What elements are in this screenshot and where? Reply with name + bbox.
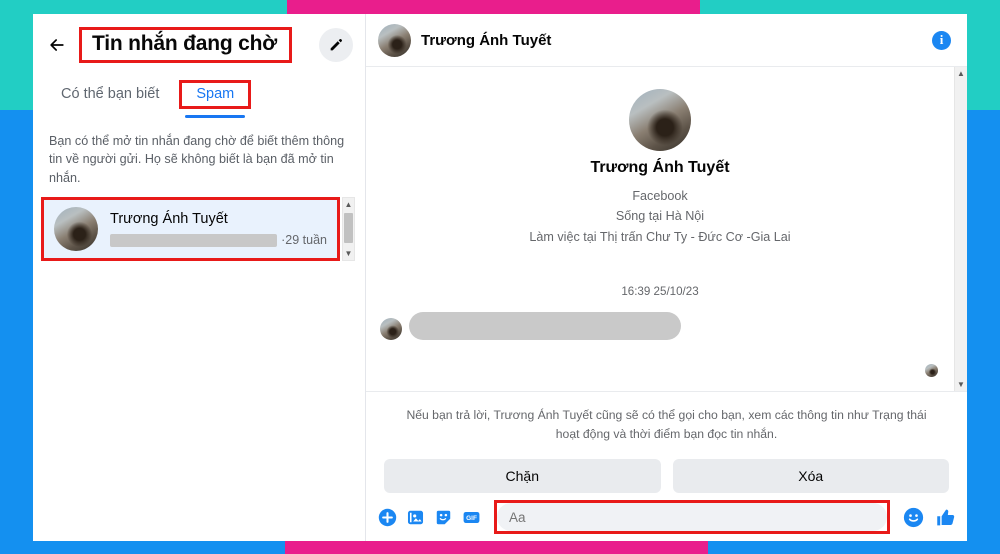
profile-detail-work: Làm việc tại Thị trấn Chư Ty - Đức Cơ -G… (529, 229, 791, 244)
list-item[interactable]: Trương Ánh Tuyết ·29 tuần (44, 199, 337, 258)
pencil-icon (330, 39, 342, 51)
profile-detail-source: Facebook (632, 189, 688, 203)
emoji-smiley-icon[interactable] (903, 507, 924, 528)
message-input[interactable] (509, 509, 875, 525)
conversation-text: Trương Ánh Tuyết ·29 tuần (110, 210, 327, 247)
redacted-message-bubble[interactable] (409, 312, 681, 341)
plus-circle-icon[interactable] (378, 508, 397, 527)
gif-icon[interactable]: GIF (462, 508, 481, 527)
delete-button[interactable]: Xóa (672, 459, 949, 493)
avatar (629, 89, 691, 151)
photo-icon[interactable] (406, 508, 425, 527)
reply-warning-notice: Nếu bạn trả lời, Trương Ánh Tuyết cũng s… (406, 408, 927, 441)
sidebar-header: Tin nhắn đang chờ (33, 14, 365, 76)
conversation-subline: ·29 tuần (110, 233, 327, 247)
background-strip-top-left-teal (0, 0, 287, 14)
background-strip-right-blue (967, 110, 1000, 541)
message-input-highlight (494, 500, 890, 534)
redacted-preview (110, 233, 278, 247)
avatar (54, 206, 98, 251)
back-button[interactable] (43, 31, 71, 59)
info-icon[interactable]: i (932, 30, 951, 50)
tab-suggested[interactable]: Có thể bạn biết (51, 80, 169, 106)
conversation-highlight: Trương Ánh Tuyết ·29 tuần (41, 196, 340, 261)
svg-text:GIF: GIF (466, 515, 477, 522)
seen-avatar (925, 364, 938, 378)
conversation-header: Trương Ánh Tuyết i (366, 14, 967, 67)
background-strip-left-blue (0, 110, 33, 541)
sidebar-scrollbar[interactable]: ▲ ▼ (342, 196, 355, 261)
caret-up-icon[interactable]: ▲ (955, 67, 968, 80)
page-title-highlight: Tin nhắn đang chờ (79, 27, 292, 63)
request-actions: Chặn Xóa (366, 443, 967, 493)
page-title: Tin nhắn đang chờ (92, 32, 277, 55)
tab-spam-wrapper: Spam (179, 80, 252, 118)
profile-detail-location: Sống tại Hà Nội (615, 209, 705, 224)
avatar[interactable] (378, 23, 411, 57)
thumbs-up-icon[interactable] (935, 507, 957, 528)
background-strip-top-pink (287, 0, 700, 14)
thread-body: Trương Ánh Tuyết Facebook Sống tại Hà Nộ… (366, 67, 954, 391)
message-input-wrapper[interactable] (497, 503, 887, 531)
sticker-icon[interactable] (434, 508, 453, 527)
background-strip-bottom-pink (285, 541, 708, 554)
background-strip-right-teal (967, 14, 1000, 110)
conversation-list-row: Trương Ánh Tuyết ·29 tuần ▲ ▼ (33, 196, 365, 261)
conversation-panel: Trương Ánh Tuyết i Trương Ánh Tuyết Face… (366, 14, 967, 541)
background-strip-top-right-teal (700, 0, 1000, 14)
avatar (380, 318, 402, 341)
compose-button[interactable] (319, 28, 353, 62)
profile-card: Trương Ánh Tuyết Facebook Sống tại Hà Nộ… (366, 89, 954, 247)
message-composer: GIF (366, 493, 967, 541)
arrow-left-icon (50, 39, 64, 51)
profile-name: Trương Ánh Tuyết (590, 159, 730, 176)
conversation-timestamp: ·29 tuần (281, 233, 327, 248)
message-thread: Trương Ánh Tuyết Facebook Sống tại Hà Nộ… (366, 67, 968, 393)
request-tabs: Có thể bạn biết Spam (33, 76, 365, 128)
seen-indicator-row (366, 350, 954, 378)
message-requests-sidebar: Tin nhắn đang chờ Có thể bạn biết Spam B… (33, 14, 366, 541)
tab-spam-highlight: Spam (179, 80, 252, 109)
caret-down-icon[interactable]: ▼ (955, 378, 968, 391)
thread-scrollbar[interactable]: ▲ ▼ (954, 67, 968, 392)
requests-info-note: Bạn có thể mở tin nhắn đang chờ để biết … (49, 134, 345, 185)
block-button[interactable]: Chặn (384, 459, 661, 493)
background-strip-bottom-right-blue (708, 541, 1000, 554)
message-timestamp: 16:39 25/10/23 (621, 285, 699, 299)
background-strip-left-teal (0, 14, 33, 110)
caret-up-icon[interactable]: ▲ (342, 198, 355, 211)
tab-spam[interactable]: Spam (196, 86, 234, 102)
tab-active-indicator (185, 115, 246, 118)
conversation-name: Trương Ánh Tuyết (110, 211, 228, 228)
caret-down-icon[interactable]: ▼ (342, 247, 355, 260)
messenger-window: Tin nhắn đang chờ Có thể bạn biết Spam B… (33, 14, 967, 541)
background-strip-bottom-left-blue (0, 541, 285, 554)
scrollbar-thumb[interactable] (344, 212, 353, 243)
conversation-title: Trương Ánh Tuyết (421, 31, 552, 49)
message-row (366, 312, 954, 341)
